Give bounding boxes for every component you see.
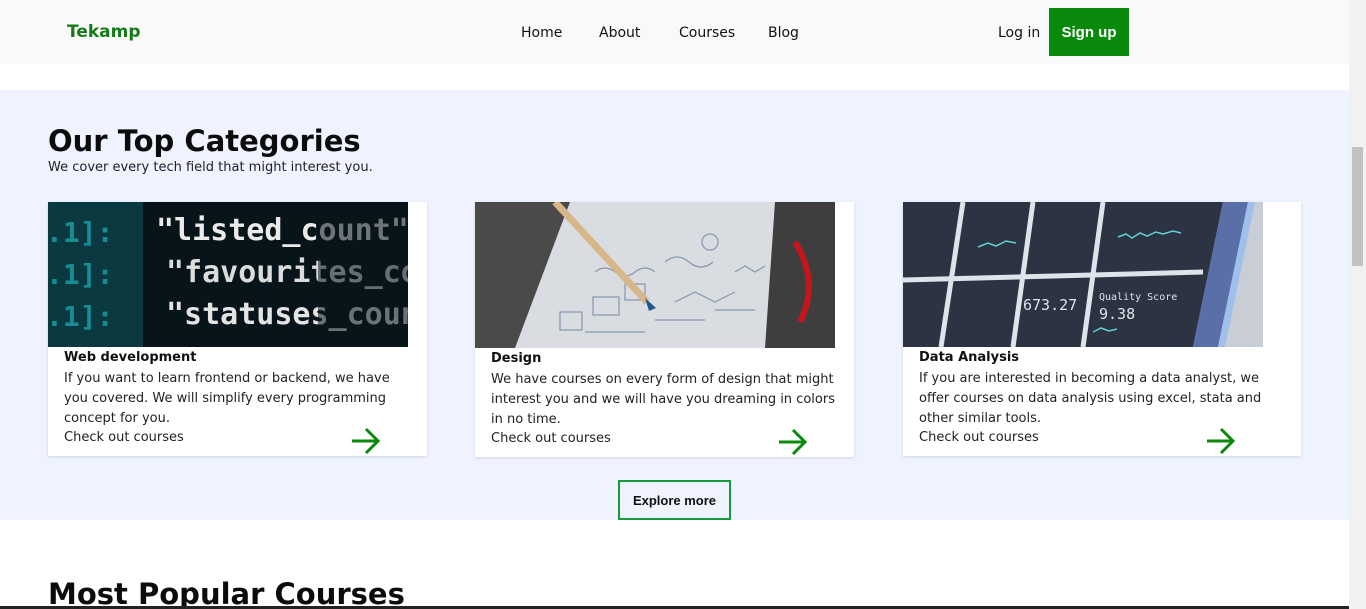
arrow-right-icon[interactable] — [1205, 427, 1237, 455]
popular-courses-title: Most Popular Courses — [48, 577, 405, 609]
svg-text:.1]:: .1]: — [48, 216, 113, 249]
brand-logo[interactable]: Tekamp — [67, 22, 141, 42]
category-name: Design — [491, 351, 542, 366]
categories-title: Our Top Categories — [48, 124, 361, 158]
sketchbook-image — [475, 202, 835, 348]
dashboard-image: Quality Score 9.38 673.27 — [903, 202, 1263, 347]
category-description: If you are interested in becoming a data… — [919, 371, 1262, 426]
category-description: We have courses on every form of design … — [491, 372, 835, 427]
category-card-web-development[interactable]: .1]: .1]: .1]: "listed_count": "favourit… — [48, 202, 427, 456]
nav-link-blog[interactable]: Blog — [768, 25, 799, 41]
category-name: Web development — [64, 350, 197, 365]
scrollbar[interactable] — [1349, 0, 1366, 609]
category-card-design[interactable]: Design We have courses on every form of … — [475, 202, 854, 457]
categories-subtitle: We cover every tech field that might int… — [48, 160, 373, 175]
svg-text:.1]:: .1]: — [48, 258, 113, 291]
svg-text:9.38: 9.38 — [1099, 305, 1135, 323]
category-card-data-analysis[interactable]: Quality Score 9.38 673.27 Data Analysis … — [903, 202, 1301, 456]
code-screen-image: .1]: .1]: .1]: "listed_count": "favourit… — [48, 202, 408, 347]
category-description: If you want to learn frontend or backend… — [64, 371, 390, 426]
category-name: Data Analysis — [919, 350, 1020, 365]
check-out-courses-link[interactable]: Check out courses — [491, 431, 611, 446]
nav-link-about[interactable]: About — [599, 25, 640, 41]
svg-text:.1]:: .1]: — [48, 300, 113, 333]
nav-link-home[interactable]: Home — [521, 25, 562, 41]
scrollbar-thumb[interactable] — [1352, 147, 1363, 266]
explore-more-button[interactable]: Explore more — [618, 480, 731, 520]
arrow-right-icon[interactable] — [777, 428, 809, 456]
svg-text:Quality Score: Quality Score — [1099, 292, 1177, 303]
nav-link-courses[interactable]: Courses — [679, 25, 735, 41]
signup-button[interactable]: Sign up — [1049, 8, 1129, 56]
check-out-courses-link[interactable]: Check out courses — [64, 430, 184, 445]
svg-text:673.27: 673.27 — [1023, 296, 1077, 314]
check-out-courses-link[interactable]: Check out courses — [919, 430, 1039, 445]
login-link[interactable]: Log in — [998, 25, 1040, 41]
arrow-right-icon[interactable] — [350, 427, 382, 455]
navbar: Tekamp Home About Courses Blog Log in Si… — [0, 0, 1349, 64]
